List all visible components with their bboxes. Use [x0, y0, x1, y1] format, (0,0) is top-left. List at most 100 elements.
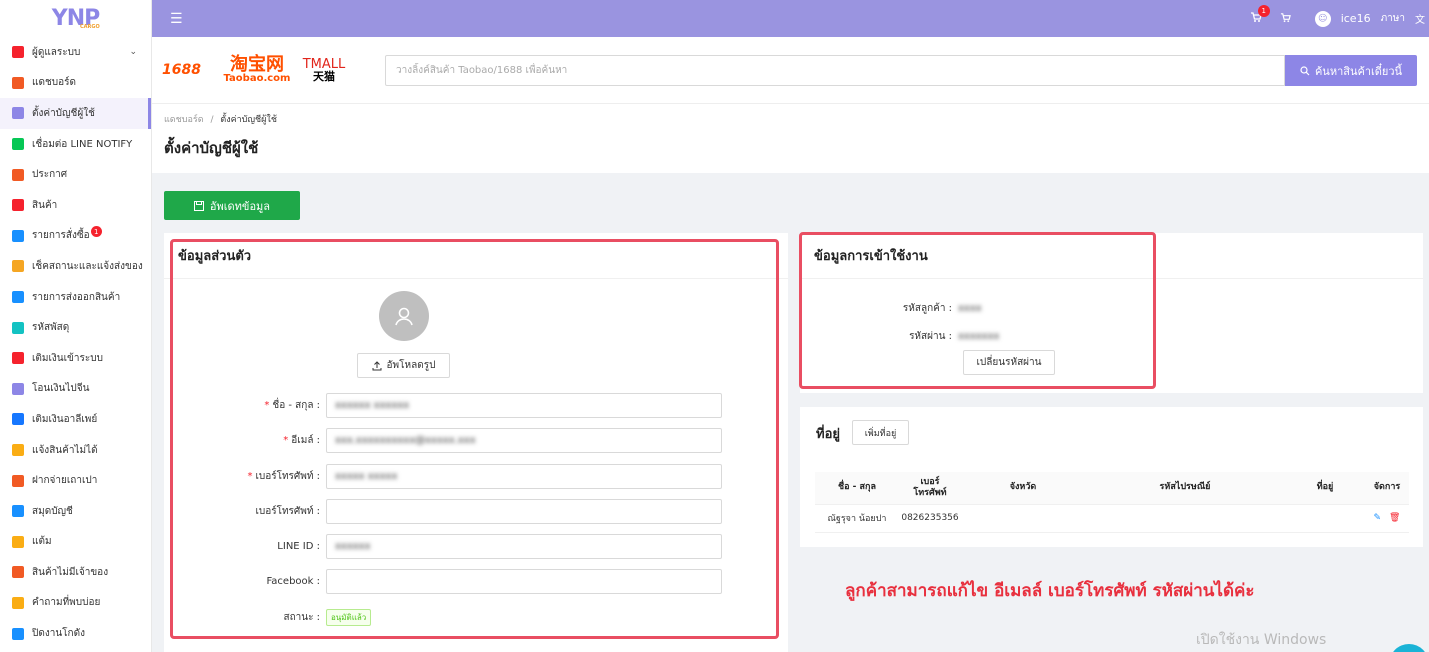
form-row: * เบอร์โทรศัพท์ : xxxxx xxxxx	[164, 464, 764, 489]
brand-taobao-logo[interactable]: 淘宝网 Taobao.com	[220, 56, 294, 84]
sidebar-item[interactable]: สมุดบัญชี	[0, 496, 151, 527]
field-input[interactable]: xxx.xxxxxxxxxx@xxxxx.xxx	[326, 428, 722, 453]
table-cell-name: ณัฐรุจา น้อยปา	[815, 504, 899, 533]
sidebar-item[interactable]: ปิดงานโกดัง	[0, 618, 151, 649]
brand-tmall-logo[interactable]: TMALL 天猫	[294, 58, 354, 82]
sidebar-item-label: ตั้งค่าบัญชีผู้ใช้	[32, 107, 95, 119]
sidebar-item-label: สินค้า	[32, 199, 58, 211]
menu-toggle-icon[interactable]: ☰	[170, 11, 183, 27]
field-label-text: ชื่อ - สกุล :	[272, 400, 320, 411]
table-cell-phone: 0826235356	[899, 504, 961, 533]
cart-icon[interactable]: 1	[1250, 5, 1270, 26]
wallet-icon	[12, 352, 24, 365]
sidebar-item[interactable]: รายการส่งออกสินค้า	[0, 282, 151, 313]
annotation-note: ลูกค้าสามารถแก้ไข อีเมลล์ เบอร์โทรศัพท์ …	[845, 581, 1255, 601]
field-input[interactable]: xxxxxx xxxxxx	[326, 393, 722, 418]
taobao-cn-text: 淘宝网	[230, 54, 284, 75]
field-value: xxx.xxxxxxxxxx@xxxxx.xxx	[335, 435, 476, 446]
personal-info-card: ข้อมูลส่วนตัว อัพโหลดรูป * ชื่อ - สกุล :x…	[164, 233, 788, 652]
sidebar-item[interactable]: แต้ม	[0, 527, 151, 558]
status-label: สถานะ :	[283, 612, 320, 623]
change-password-button[interactable]: เปลี่ยนรหัสผ่าน	[963, 350, 1055, 375]
update-info-label: อัพเดทข้อมูล	[209, 199, 271, 213]
yuan-icon	[12, 382, 24, 395]
personal-info-title: ข้อมูลส่วนตัว	[164, 233, 788, 279]
sidebar-item-label: รายการสั่งซื้อ	[32, 230, 90, 242]
field-input[interactable]: xxxxx xxxxx	[326, 464, 722, 489]
upload-photo-button[interactable]: อัพโหลดรูป	[357, 353, 450, 378]
field-label: * อีเมล์ :	[164, 433, 326, 448]
search-icon	[1300, 65, 1310, 75]
user-settings-icon	[12, 107, 24, 120]
sidebar-item[interactable]: ผู้ดูแลระบบ ⌄	[0, 37, 151, 68]
table-cell-actions: ✎ 🗑	[1365, 504, 1409, 533]
field-input[interactable]: xxxxxx	[326, 534, 722, 559]
question-icon	[12, 596, 24, 609]
translate-icon[interactable]: 文	[1415, 11, 1425, 26]
chat-bubble-button[interactable]	[1389, 644, 1429, 652]
cart-alt-icon[interactable]	[1280, 12, 1291, 26]
edit-icon[interactable]: ✎	[1374, 513, 1382, 523]
field-label: * เบอร์โทรศัพท์ :	[164, 469, 326, 484]
address-title: ที่อยู่	[816, 427, 840, 442]
sidebar-item-label: คำถามที่พบบ่อย	[32, 597, 101, 609]
sidebar-item[interactable]: แจ้งสินค้าไม่ได้	[0, 435, 151, 466]
sidebar-item[interactable]: ฝากจ่ายเถาเปา	[0, 465, 151, 496]
sidebar-item-label: เติมเงินเข้าระบบ	[32, 352, 103, 364]
sidebar-item[interactable]: เติมเงินอาลีเพย์	[0, 404, 151, 435]
sidebar-menu: ผู้ดูแลระบบ ⌄ แดชบอร์ดตั้งค่าบัญชีผู้ใช้เช…	[0, 37, 151, 649]
field-label-text: อีเมล์ :	[291, 435, 320, 446]
delete-icon[interactable]: 🗑	[1389, 513, 1400, 523]
sidebar-item[interactable]: แดชบอร์ด	[0, 68, 151, 99]
breadcrumb: แดชบอร์ด / ตั้งค่าบัญชีผู้ใช้	[164, 112, 277, 126]
field-input[interactable]	[326, 569, 722, 594]
breadcrumb-current: ตั้งค่าบัญชีผู้ใช้	[220, 115, 277, 125]
logo[interactable]: YNP CARGO	[0, 0, 151, 37]
field-value: xxxxxx	[335, 541, 371, 552]
sidebar: YNP CARGO ผู้ดูแลระบบ ⌄ แดชบอร์ดตั้งค่าบัญ…	[0, 0, 152, 652]
cart-icon	[12, 229, 24, 242]
breadcrumb-parent[interactable]: แดชบอร์ด	[164, 115, 204, 125]
status-row: สถานะ : อนุมัติแล้ว	[164, 605, 764, 630]
table-header: ที่อยู่	[1285, 472, 1365, 505]
table-row: ณัฐรุจา น้อยปา 0826235356 ✎ 🗑	[815, 504, 1409, 533]
warning-icon	[12, 444, 24, 457]
user-avatar-icon[interactable]: ☺	[1314, 10, 1331, 27]
field-input[interactable]	[326, 499, 722, 524]
sidebar-item[interactable]: เช็คสถานะและแจ้งส่งของ	[0, 251, 151, 282]
username[interactable]: ice16	[1341, 12, 1371, 25]
sidebar-item[interactable]: ประกาศ	[0, 159, 151, 190]
sidebar-item[interactable]: เชื่อมต่อ LINE NOTIFY	[0, 129, 151, 160]
sidebar-item-label: สมุดบัญชี	[32, 505, 73, 517]
sidebar-item-label: ประกาศ	[32, 169, 68, 181]
update-info-button[interactable]: อัพเดทข้อมูล	[164, 191, 300, 220]
field-label: * ชื่อ - สกุล :	[164, 398, 326, 413]
sidebar-item[interactable]: โอนเงินไปจีน	[0, 374, 151, 405]
field-label-text: เบอร์โทรศัพท์ :	[255, 471, 320, 482]
field-label: Facebook :	[164, 576, 326, 587]
add-address-button[interactable]: เพิ่มที่อยู่	[852, 420, 909, 445]
chart-icon	[12, 76, 24, 89]
book-icon	[12, 505, 24, 518]
search-button[interactable]: ค้นหาสินค้าเดี๋ยวนี้	[1285, 55, 1417, 86]
sidebar-item[interactable]: คำถามที่พบบ่อย	[0, 588, 151, 619]
table-header: จัดการ	[1365, 472, 1409, 505]
field-label: เบอร์โทรศัพท์ :	[164, 504, 326, 519]
sidebar-item[interactable]: ตั้งค่าบัญชีผู้ใช้	[0, 98, 151, 129]
sidebar-item[interactable]: รหัสพัสดุ	[0, 312, 151, 343]
field-value: xxxxx xxxxx	[335, 471, 398, 482]
sidebar-item[interactable]: สินค้า	[0, 190, 151, 221]
warehouse-icon	[12, 627, 24, 640]
chevron-down-icon[interactable]: ⌄	[129, 47, 137, 57]
sidebar-item-label: โอนเงินไปจีน	[32, 383, 90, 395]
sidebar-item[interactable]: สินค้าไม่มีเจ้าของ	[0, 557, 151, 588]
sidebar-item[interactable]: รายการสั่งซื้อ 1	[0, 221, 151, 252]
order-count-badge: 1	[90, 226, 102, 238]
sidebar-item[interactable]: เติมเงินเข้าระบบ	[0, 343, 151, 374]
required-marker: *	[283, 435, 289, 446]
language-selector[interactable]: ภาษา	[1381, 11, 1405, 26]
search-input[interactable]	[385, 55, 1285, 86]
sidebar-item-label: รายการส่งออกสินค้า	[32, 291, 121, 303]
brand-1688-logo[interactable]: 1688	[162, 62, 220, 78]
customer-code-row: รหัสลูกค้า : xxxx	[800, 301, 1160, 316]
